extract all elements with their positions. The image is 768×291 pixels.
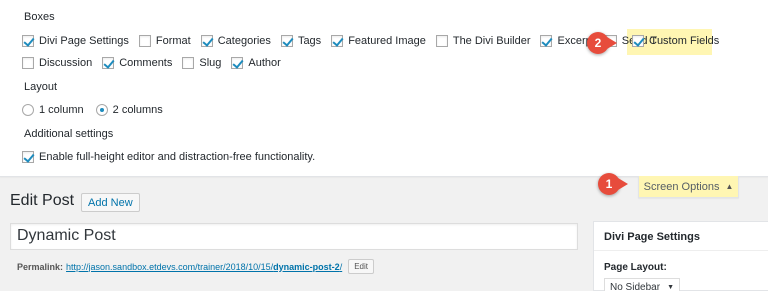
- screen-options-label: Screen Options: [643, 180, 720, 193]
- layout-section-title: Layout: [24, 81, 58, 93]
- callout-badge-2: 2: [587, 32, 609, 54]
- radio-2-columns[interactable]: 2 columns: [95, 104, 163, 116]
- checkbox-box[interactable]: [540, 35, 553, 47]
- checkbox-box[interactable]: [280, 35, 293, 47]
- checkbox-box[interactable]: [22, 57, 34, 69]
- checkbox-featured-image[interactable]: Featured Image: [331, 35, 426, 47]
- callout-arrow-2: [607, 37, 617, 49]
- checkbox-author[interactable]: Author: [231, 57, 281, 69]
- additional-settings-row: Enable full-height editor and distractio…: [22, 151, 325, 163]
- permalink-label: Permalink:: [17, 261, 64, 272]
- checkbox-box[interactable]: [22, 35, 34, 47]
- permalink-edit-button[interactable]: Edit: [348, 259, 374, 274]
- boxes-row-1: Divi Page Settings Format Categories Tag…: [22, 35, 667, 47]
- add-new-button[interactable]: Add New: [81, 193, 140, 212]
- chevron-down-icon: ▼: [667, 283, 674, 291]
- callout-arrow-1: [618, 178, 628, 190]
- post-title-input[interactable]: Dynamic Post: [10, 223, 578, 250]
- checkbox-box[interactable]: [22, 151, 34, 163]
- boxes-row-2: Discussion Comments Slug Author: [22, 57, 291, 69]
- metabox-title[interactable]: Divi Page Settings: [594, 222, 768, 251]
- caret-up-icon: ▲: [725, 182, 734, 191]
- checkbox-box[interactable]: [231, 57, 244, 69]
- checkbox-slug[interactable]: Slug: [182, 57, 221, 69]
- permalink-row: Permalink: http://jason.sandbox.etdevs.c…: [17, 259, 374, 274]
- page-layout-select[interactable]: No Sidebar ▼: [604, 278, 680, 291]
- checkbox-box[interactable]: [632, 35, 644, 47]
- screen-options-tab[interactable]: Screen Options ▲: [638, 176, 739, 198]
- boxes-section-title: Boxes: [24, 11, 55, 23]
- permalink-slug: dynamic-post-2: [273, 261, 340, 272]
- checkbox-box[interactable]: [331, 35, 344, 47]
- additional-settings-title: Additional settings: [24, 128, 114, 140]
- checkbox-format[interactable]: Format: [138, 35, 191, 47]
- screen-options-panel: Boxes Divi Page Settings Format Categori…: [0, 0, 768, 177]
- divi-page-settings-box: Divi Page Settings Page Layout: No Sideb…: [593, 221, 768, 291]
- page-title: Edit Post: [10, 192, 75, 209]
- checkbox-custom-fields[interactable]: Custom Fields: [632, 35, 719, 47]
- checkbox-divi-page-settings[interactable]: Divi Page Settings: [22, 35, 129, 47]
- checkbox-categories[interactable]: Categories: [200, 35, 271, 47]
- layout-options: 1 column 2 columns: [22, 104, 173, 116]
- callout-badge-1: 1: [598, 173, 620, 195]
- checkbox-box[interactable]: [138, 35, 151, 47]
- radio-1-column[interactable]: 1 column: [22, 104, 84, 116]
- checkbox-tags[interactable]: Tags: [280, 35, 321, 47]
- checkbox-box[interactable]: [182, 57, 195, 69]
- checkbox-comments[interactable]: Comments: [102, 57, 172, 69]
- checkbox-box[interactable]: [435, 35, 448, 47]
- checkbox-divi-builder[interactable]: The Divi Builder: [435, 35, 530, 47]
- permalink-link[interactable]: http://jason.sandbox.etdevs.com/trainer/…: [66, 262, 342, 272]
- checkbox-box[interactable]: [200, 35, 213, 47]
- page-layout-label: Page Layout:: [604, 262, 667, 273]
- radio-circle[interactable]: [22, 104, 34, 116]
- checkbox-full-height-editor[interactable]: Enable full-height editor and distractio…: [22, 151, 315, 163]
- checkbox-box[interactable]: [102, 57, 115, 69]
- radio-circle[interactable]: [95, 104, 108, 116]
- checkbox-discussion[interactable]: Discussion: [22, 57, 92, 69]
